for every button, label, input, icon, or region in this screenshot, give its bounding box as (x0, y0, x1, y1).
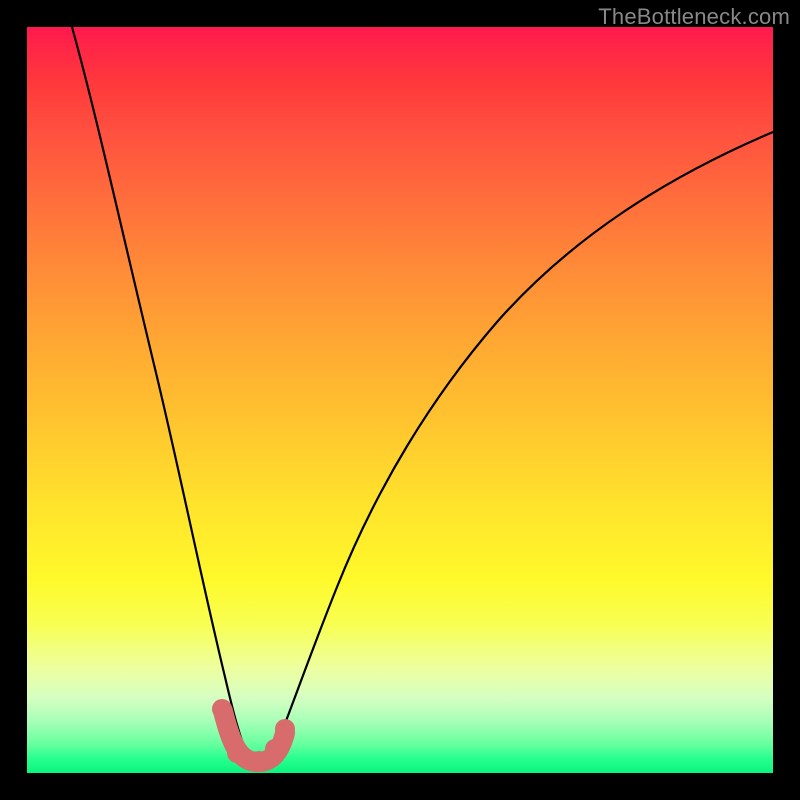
marker-dot-mid3 (265, 739, 285, 759)
marker-dot-right (275, 719, 295, 739)
marker-dot-mid2 (249, 751, 269, 771)
right-curve (267, 132, 773, 769)
marker-dot-mid1 (227, 743, 247, 763)
curves-svg (27, 27, 773, 773)
left-curve (72, 27, 252, 767)
chart-container: TheBottleneck.com (0, 0, 800, 800)
plot-area (27, 27, 773, 773)
